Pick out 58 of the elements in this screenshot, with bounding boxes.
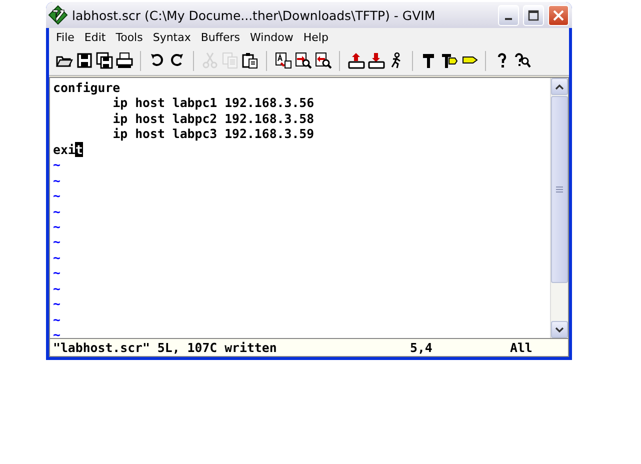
menu-item[interactable]: Tools	[110, 30, 148, 44]
scroll-thumb[interactable]	[551, 96, 568, 283]
menu-item[interactable]: Buffers	[196, 30, 245, 44]
maximize-button[interactable]	[523, 4, 544, 26]
document-search-button[interactable]	[313, 50, 333, 72]
empty-line-marker: ~	[53, 296, 62, 312]
redo-icon	[168, 52, 186, 69]
code-line: configure	[53, 80, 122, 96]
undo-icon	[148, 52, 166, 69]
replace-button[interactable]	[273, 50, 293, 72]
code-line: exit	[53, 142, 84, 158]
empty-line-marker: ~	[53, 204, 62, 219]
menu-item[interactable]: Syntax	[148, 30, 196, 44]
copy-icon	[222, 52, 238, 69]
menu-item[interactable]: Edit	[79, 30, 111, 44]
empty-line-marker: ~	[53, 280, 62, 296]
upload-icon	[348, 52, 364, 69]
scroll-down-button[interactable]	[551, 321, 568, 338]
replace-icon	[274, 52, 292, 69]
code-line: ip host labpc3 192.168.3.59	[112, 126, 316, 142]
empty-line-marker: ~	[53, 234, 62, 250]
scroll-up-button[interactable]	[551, 78, 568, 95]
minimize-button[interactable]	[498, 4, 519, 26]
close-icon	[553, 10, 564, 20]
empty-line-marker: ~	[53, 250, 62, 266]
empty-line-marker: ~	[53, 172, 62, 188]
window-title: labhost.scr (C:\My Docume...ther\Downloads\TFTP) - GVIM	[72, 8, 436, 22]
scissors-icon	[202, 52, 218, 69]
download-icon	[368, 52, 384, 69]
code-line: ip host labpc2 192.168.3.58	[112, 110, 316, 126]
empty-line-marker: ~	[53, 157, 62, 173]
empty-line-marker: ~	[53, 312, 62, 327]
empty-line-marker: ~	[53, 327, 62, 338]
cursor-position: 5,4	[410, 340, 434, 355]
document-search-icon	[294, 52, 312, 69]
document-search-icon	[314, 52, 332, 69]
printer-icon	[116, 52, 132, 69]
code-line: ip host labpc1 192.168.3.56	[112, 95, 316, 111]
minimize-icon	[505, 18, 512, 20]
empty-line-marker: ~	[53, 218, 62, 234]
floppy-disks-icon	[96, 52, 112, 69]
maximize-icon	[528, 10, 539, 20]
empty-line-marker: ~	[53, 265, 62, 281]
clipboard-icon	[242, 52, 258, 69]
close-button[interactable]	[548, 4, 569, 26]
floppy-disks-button[interactable]	[94, 50, 114, 72]
grip-icon	[556, 186, 563, 193]
scroll-position: All	[510, 340, 534, 355]
scrollbar[interactable]	[550, 78, 568, 338]
help-search-icon	[514, 52, 530, 69]
document-search-button[interactable]	[293, 50, 313, 72]
empty-line-marker: ~	[53, 188, 62, 204]
menu-item[interactable]: Window	[245, 30, 298, 44]
app-icon	[48, 5, 68, 25]
status-message: "labhost.scr" 5L, 107C written	[53, 340, 278, 355]
cursor: t	[75, 142, 83, 157]
menu-item[interactable]: File	[51, 30, 80, 44]
menu-item[interactable]: Help	[298, 30, 334, 44]
